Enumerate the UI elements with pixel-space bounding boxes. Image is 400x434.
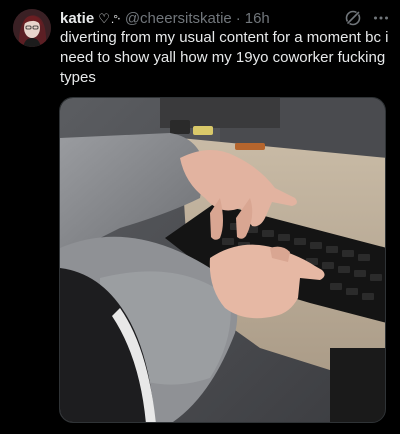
name-deco-glyph: .°‧ [110,12,121,26]
media-container[interactable] [59,97,386,423]
avatar-photo [13,9,51,47]
tweet: katie ♡ .°‧ @cheersitskatie · 16h divert… [0,0,400,434]
grok-icon[interactable] [344,9,362,27]
author-handle[interactable]: @cheersitskatie [125,9,232,29]
timestamp[interactable]: 16h [245,9,270,29]
tweet-header: katie ♡ .°‧ @cheersitskatie · 16h [60,8,390,30]
author-name[interactable]: katie [60,9,94,29]
media-photo [60,98,385,422]
more-icon[interactable] [372,9,390,27]
name-heart-glyph: ♡ [98,11,110,26]
tweet-actions [344,9,390,27]
avatar[interactable] [13,9,51,47]
tweet-text: diverting from my usual content for a mo… [60,29,389,86]
separator-dot: · [235,10,241,27]
